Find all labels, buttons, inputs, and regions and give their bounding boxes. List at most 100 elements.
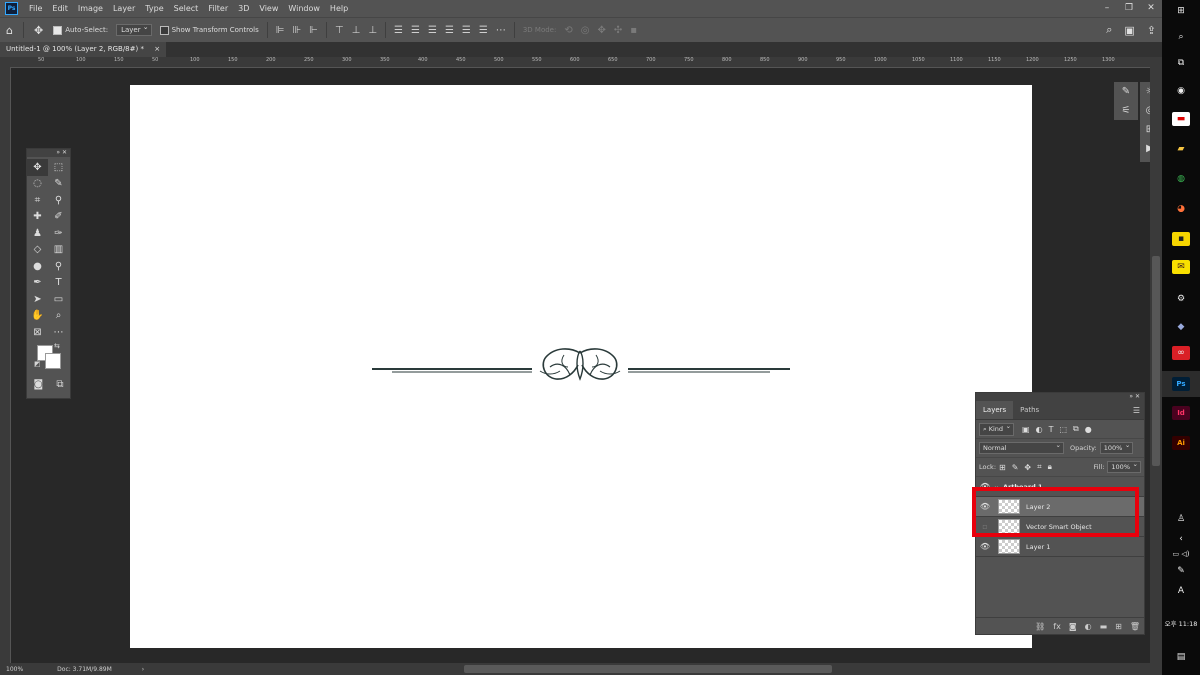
photos-app-icon[interactable]: ◉	[1172, 84, 1190, 98]
new-layer-icon[interactable]: ⊞	[1115, 622, 1122, 631]
indesign-taskbar-icon[interactable]: Id	[1172, 406, 1190, 420]
path-select-tool-icon[interactable]: ➤	[27, 291, 48, 308]
close-tab-icon[interactable]: ×	[154, 45, 160, 53]
pen-icon[interactable]: ✎	[1172, 564, 1190, 578]
menu-window[interactable]: Window	[283, 4, 325, 13]
menu-layer[interactable]: Layer	[108, 4, 140, 13]
menu-select[interactable]: Select	[169, 4, 204, 13]
align-bottom-icon[interactable]: ⊥	[368, 25, 377, 36]
hand-tool-icon[interactable]: ✋	[27, 308, 48, 325]
minimize-icon[interactable]: –	[1096, 0, 1118, 17]
default-colors-icon[interactable]: ◩	[34, 360, 41, 368]
blur-tool-icon[interactable]: ●	[27, 258, 48, 275]
auto-select-checkbox[interactable]: Auto-Select:	[53, 25, 108, 35]
canvas-artboard[interactable]	[130, 85, 1032, 648]
adjustment-layer-icon[interactable]: ◐	[1085, 622, 1092, 631]
document-tab[interactable]: Untitled-1 @ 100% (Layer 2, RGB/8#) * ×	[0, 42, 167, 57]
distribute-icon[interactable]: ☰	[394, 25, 403, 36]
lasso-tool-icon[interactable]: ◌	[27, 176, 48, 193]
status-arrow-icon[interactable]: ›	[142, 666, 144, 673]
brush-tool-icon[interactable]: ✐	[48, 209, 69, 226]
background-color-swatch[interactable]	[45, 352, 61, 369]
distribute-icon[interactable]: ☰	[462, 25, 471, 36]
firefox-icon[interactable]: ◕	[1172, 202, 1190, 216]
3d-scale-icon[interactable]: ▪	[630, 25, 637, 36]
chevron-up-icon[interactable]: ‹	[1172, 532, 1190, 546]
filter-smart-object-icon[interactable]: ⧉	[1073, 424, 1079, 434]
link-layers-icon[interactable]: ⛓	[1035, 622, 1045, 631]
ime-indicator[interactable]: A	[1172, 584, 1190, 598]
tab-layers[interactable]: Layers	[976, 401, 1014, 419]
network-volume-icon[interactable]: ▭ ◁)	[1172, 547, 1190, 561]
search-icon[interactable]: ⌕	[1106, 23, 1112, 37]
lock-all-icon[interactable]: 🔒︎	[1048, 462, 1052, 472]
shape-tool-icon[interactable]: ▭	[48, 291, 69, 308]
taskbar-clock[interactable]: 오후 11:18	[1162, 618, 1200, 628]
clone-stamp-tool-icon[interactable]: ♟	[27, 225, 48, 242]
menu-edit[interactable]: Edit	[47, 4, 73, 13]
lock-pixels-icon[interactable]: ✎	[1012, 463, 1019, 472]
illustrator-taskbar-icon[interactable]: Ai	[1172, 436, 1190, 450]
3d-slide-icon[interactable]: ✣	[614, 25, 622, 36]
crop-tool-icon[interactable]: ⌗	[27, 192, 48, 209]
restore-icon[interactable]: ❐	[1118, 0, 1140, 17]
menu-3d[interactable]: 3D	[233, 4, 254, 13]
blend-mode-dropdown[interactable]: Normal	[979, 441, 1064, 454]
type-tool-icon[interactable]: T	[48, 275, 69, 292]
layer-row-layer-1[interactable]: 👁︎ Layer 1	[976, 537, 1144, 557]
horizontal-ruler[interactable]: 50 100 150 50 100 150 200 250 300 350 400 450 500 550…	[10, 57, 1162, 68]
more-tools-icon[interactable]: ⋯	[48, 324, 69, 341]
show-transform-checkbox[interactable]: Show Transform Controls	[159, 25, 259, 35]
filter-shape-icon[interactable]: ⬚	[1059, 425, 1067, 434]
visibility-eye-icon[interactable]: 👁︎	[976, 542, 994, 551]
share-icon[interactable]: ⇪	[1147, 24, 1156, 37]
history-brush-tool-icon[interactable]: ✑	[48, 225, 69, 242]
file-explorer-icon[interactable]: ▰	[1172, 142, 1190, 156]
vertical-scroll-thumb[interactable]	[1152, 256, 1160, 466]
trash-icon[interactable]: 🗑︎	[1130, 622, 1140, 631]
zoom-level[interactable]: 100%	[6, 666, 23, 673]
calendar-app-icon[interactable]: ▬	[1172, 112, 1190, 126]
windows-start-icon[interactable]: ⊞	[1172, 4, 1190, 18]
distribute-icon[interactable]: ☰	[445, 25, 454, 36]
distribute-icon[interactable]: ☰	[428, 25, 437, 36]
3d-pan-icon[interactable]: ✥	[597, 25, 605, 36]
marquee-tool-icon[interactable]: ⬚	[48, 159, 69, 176]
filter-pixel-icon[interactable]: ▣	[1022, 425, 1030, 434]
gradient-tool-icon[interactable]: ▥	[48, 242, 69, 259]
layers-panel-header[interactable]: » ✕	[976, 393, 1144, 401]
frame-tool-icon[interactable]: ⊠	[27, 324, 48, 341]
home-icon[interactable]: ⌂	[6, 24, 13, 37]
fill-field[interactable]: 100%	[1107, 460, 1141, 473]
vertical-ruler[interactable]	[0, 67, 11, 663]
workspace-icon[interactable]: ▣	[1124, 24, 1134, 37]
3d-roll-icon[interactable]: ◎	[581, 25, 590, 36]
notification-center-icon[interactable]: ▤	[1172, 650, 1190, 664]
creative-cloud-icon[interactable]: ∞	[1172, 346, 1190, 360]
opacity-field[interactable]: 100%	[1099, 441, 1134, 454]
more-options-icon[interactable]: ⋯	[496, 25, 506, 36]
screen-mode-icon[interactable]: ⧉	[56, 377, 63, 394]
lock-artboard-icon[interactable]: ⌗	[1037, 462, 1042, 472]
menu-help[interactable]: Help	[325, 4, 353, 13]
eyedropper-tool-icon[interactable]: ⚲	[48, 192, 69, 209]
swap-colors-icon[interactable]: ⇆	[54, 342, 60, 350]
filter-adjustment-icon[interactable]: ◐	[1036, 425, 1043, 434]
search-icon[interactable]: ⌕	[1172, 30, 1190, 44]
3d-orbit-icon[interactable]: ⟲	[564, 25, 572, 36]
distribute-icon[interactable]: ☰	[411, 25, 420, 36]
eraser-tool-icon[interactable]: ◇	[27, 242, 48, 259]
align-middle-icon[interactable]: ⊥	[352, 25, 361, 36]
menu-type[interactable]: Type	[140, 4, 168, 13]
pen-tool-icon[interactable]: ✒	[27, 275, 48, 292]
tab-paths[interactable]: Paths	[1013, 401, 1046, 419]
close-icon[interactable]: ✕	[1140, 0, 1162, 17]
photoshop-taskbar-icon[interactable]: Ps	[1172, 377, 1190, 391]
quick-select-tool-icon[interactable]: ✎	[48, 176, 69, 193]
add-mask-icon[interactable]: ◙	[1069, 622, 1077, 631]
adjustments-icon[interactable]: ⚟	[1114, 101, 1138, 120]
filter-toggle-icon[interactable]: ●	[1085, 425, 1092, 434]
chrome-icon[interactable]: ◍	[1172, 172, 1190, 186]
healing-brush-tool-icon[interactable]: ✚	[27, 209, 48, 226]
settings-gear-icon[interactable]: ⚙	[1172, 292, 1190, 306]
